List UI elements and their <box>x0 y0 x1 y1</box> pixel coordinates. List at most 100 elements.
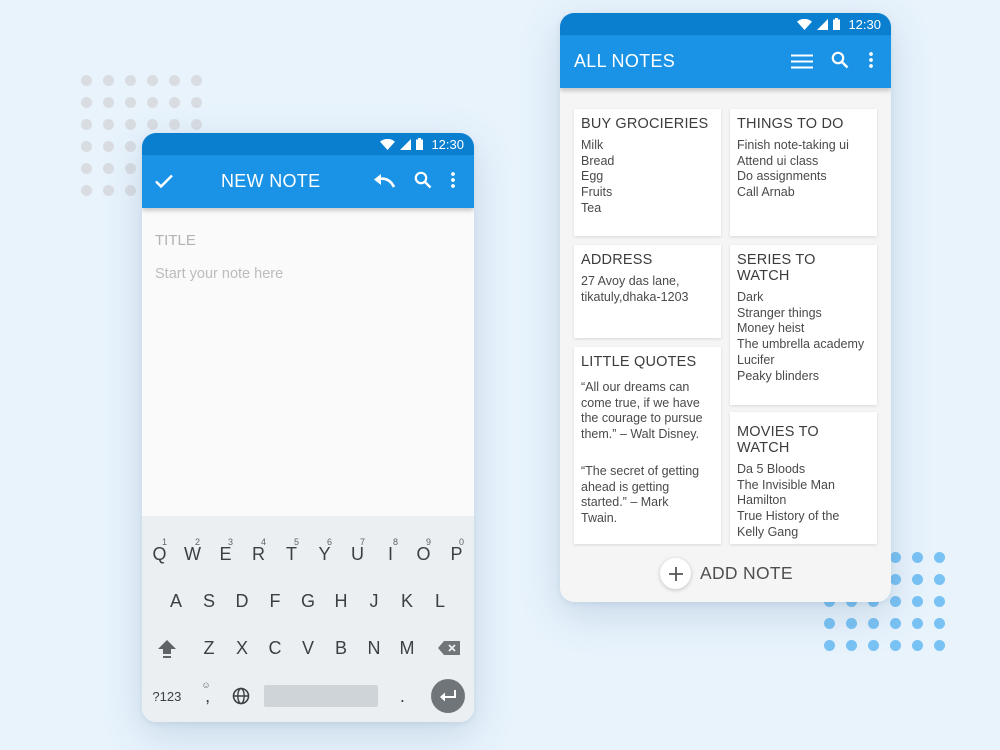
backspace-key[interactable] <box>424 628 475 668</box>
note-body-input[interactable]: Start your note here <box>155 266 283 282</box>
note-title: LITTLE QUOTES <box>581 354 697 370</box>
title-input[interactable]: TITLE <box>155 232 196 249</box>
keyboard-row-1: 1Q2W3E4R5T6Y7U8I9O0P <box>142 534 474 574</box>
key-q[interactable]: 1Q <box>143 534 176 574</box>
decorative-dot <box>125 163 136 174</box>
status-bar: 12:30 <box>560 13 891 35</box>
decorative-dot <box>846 618 857 629</box>
decorative-dot <box>890 552 901 563</box>
key-n[interactable]: N <box>358 628 391 668</box>
notes-grid: BUY GROCIERIES Milk Bread Egg Fruits Tea THI… <box>560 88 891 602</box>
note-line: Twain. <box>581 510 618 525</box>
note-line: Money heist <box>737 321 805 336</box>
check-icon[interactable] <box>152 169 176 193</box>
note-card-quotes[interactable]: LITTLE QUOTES “All our dreams can come tr… <box>574 347 721 544</box>
more-vertical-icon[interactable] <box>860 48 882 72</box>
note-line: Peaky blinders <box>737 368 819 383</box>
key-l[interactable]: L <box>424 581 457 621</box>
key-x[interactable]: X <box>226 628 259 668</box>
decorative-dot <box>934 618 945 629</box>
key-e[interactable]: 3E <box>209 534 242 574</box>
key-o[interactable]: 9O <box>407 534 440 574</box>
language-key[interactable] <box>224 676 260 716</box>
key-a[interactable]: A <box>160 581 193 621</box>
key-j[interactable]: J <box>358 581 391 621</box>
status-time: 12:30 <box>848 16 881 32</box>
key-f[interactable]: F <box>259 581 292 621</box>
list-icon[interactable] <box>789 49 815 73</box>
globe-icon <box>233 687 250 705</box>
key-y[interactable]: 6Y <box>308 534 341 574</box>
note-line: Da 5 Bloods <box>737 462 806 476</box>
enter-key[interactable] <box>422 676 474 716</box>
note-card-movies[interactable]: MOVIES TO WATCH Da 5 Bloods The Invisible… <box>730 412 877 544</box>
note-card-things-to-do[interactable]: THINGS TO DO Finish note-taking ui Attend… <box>730 109 877 236</box>
key-z[interactable]: Z <box>193 628 226 668</box>
note-card-address[interactable]: ADDRESS 27 Avoy das lane, tikatuly,dhaka-… <box>574 245 721 338</box>
note-line: Call Arnab <box>737 185 795 200</box>
symbols-key[interactable]: ?123 <box>142 676 192 716</box>
decorative-dot <box>103 97 114 108</box>
key-b[interactable]: B <box>325 628 358 668</box>
decorative-dot <box>890 574 901 585</box>
key-v[interactable]: V <box>292 628 325 668</box>
decorative-dot <box>912 640 923 651</box>
key-h[interactable]: H <box>325 581 358 621</box>
key-i[interactable]: 8I <box>374 534 407 574</box>
key-r[interactable]: 4R <box>242 534 275 574</box>
add-note-label: ADD NOTE <box>700 563 793 583</box>
search-icon[interactable] <box>411 168 435 192</box>
decorative-dot <box>912 596 923 607</box>
decorative-dot <box>934 640 945 651</box>
key-w[interactable]: 2W <box>176 534 209 574</box>
note-line: 27 Avoy das lane, <box>581 274 680 288</box>
decorative-dot <box>103 75 114 86</box>
note-line: Dark <box>737 290 764 304</box>
decorative-dot <box>81 185 92 196</box>
decorative-dot <box>191 97 202 108</box>
add-note-button[interactable]: ADD NOTE <box>660 558 793 589</box>
decorative-dot <box>912 574 923 585</box>
key-s[interactable]: S <box>193 581 226 621</box>
note-line: ahead is getting <box>581 479 670 494</box>
note-card-groceries[interactable]: BUY GROCIERIES Milk Bread Egg Fruits Tea <box>574 109 721 236</box>
decorative-dot <box>81 75 92 86</box>
key-c[interactable]: C <box>259 628 292 668</box>
key-p[interactable]: 0P <box>440 534 473 574</box>
more-vertical-icon[interactable] <box>442 168 464 192</box>
note-line: the courage to pursue <box>581 411 703 426</box>
decorative-dot <box>81 141 92 152</box>
decorative-dot <box>147 75 158 86</box>
note-line: Attend ui class <box>737 153 819 168</box>
period-key[interactable]: . <box>383 676 423 716</box>
key-m[interactable]: M <box>391 628 424 668</box>
note-line: Hamilton <box>737 493 787 508</box>
undo-icon[interactable] <box>371 169 397 193</box>
note-line: The Invisible Man <box>737 477 835 492</box>
note-card-series[interactable]: SERIES TO WATCH Dark Stranger things Money… <box>730 245 877 405</box>
decorative-dot <box>103 119 114 130</box>
note-editor[interactable]: TITLE Start your note here <box>142 208 474 516</box>
space-key[interactable] <box>259 676 382 716</box>
comma-key[interactable]: ☺, <box>192 676 224 716</box>
status-time: 12:30 <box>431 136 464 152</box>
note-line: True History of the <box>737 509 840 524</box>
decorative-dot <box>934 574 945 585</box>
shift-key[interactable] <box>142 628 193 668</box>
note-line: them.” – Walt Disney. <box>581 427 700 442</box>
key-k[interactable]: K <box>391 581 424 621</box>
key-t[interactable]: 5T <box>275 534 308 574</box>
decorative-dot <box>125 75 136 86</box>
decorative-dot <box>934 596 945 607</box>
key-d[interactable]: D <box>226 581 259 621</box>
note-title: THINGS TO DO <box>737 116 844 132</box>
decorative-dot <box>191 75 202 86</box>
backspace-icon <box>437 641 460 655</box>
decorative-dot <box>81 163 92 174</box>
key-g[interactable]: G <box>292 581 325 621</box>
note-line: Do assignments <box>737 169 827 184</box>
note-line: tikatuly,dhaka-1203 <box>581 289 689 304</box>
search-icon[interactable] <box>828 48 852 72</box>
decorative-dot <box>934 552 945 563</box>
key-u[interactable]: 7U <box>341 534 374 574</box>
